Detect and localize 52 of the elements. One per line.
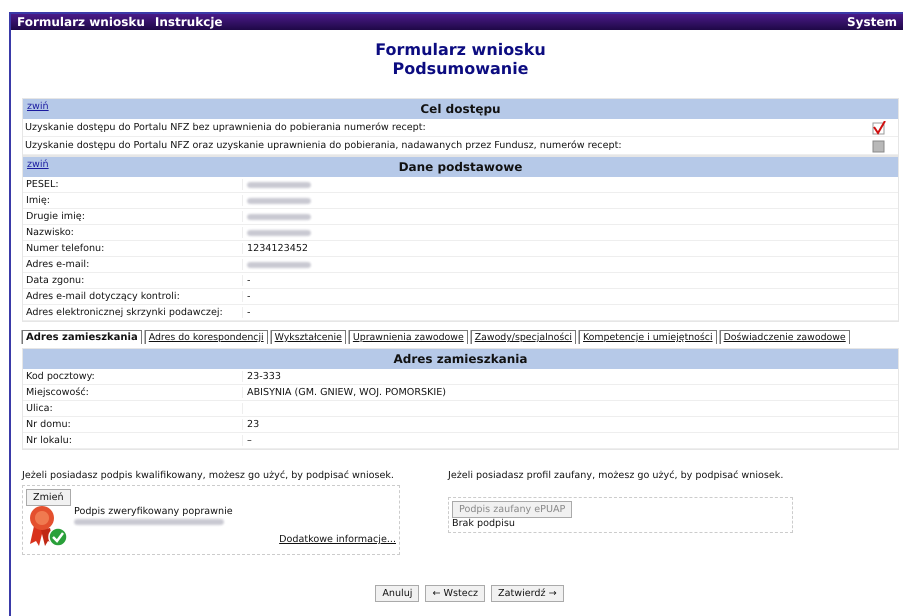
tab[interactable]: Uprawnienia zawodowe: [348, 330, 468, 344]
action-button[interactable]: Anuluj: [375, 585, 420, 602]
field-value: –: [247, 435, 252, 446]
field-value: 1234123452: [247, 243, 308, 254]
section-title: Adres zamieszkania: [393, 352, 528, 366]
field-label: Adres elektronicznej skrzynki podawczej:: [23, 307, 243, 318]
field-value: 23-333: [247, 371, 281, 382]
field-value: -: [247, 307, 250, 318]
collapse-link[interactable]: zwiń: [27, 101, 49, 112]
collapse-link[interactable]: zwiń: [27, 159, 49, 170]
change-button[interactable]: Zmień: [26, 489, 71, 506]
field-label: Kod pocztowy:: [23, 371, 243, 382]
section-title: Cel dostępu: [420, 102, 501, 116]
field-label: Drugie imię:: [23, 211, 243, 222]
tab[interactable]: Adres do korespondencji: [144, 330, 268, 344]
row-label: Uzyskanie dostępu do Portalu NFZ oraz uzyskanie uprawnienia do pobierania, nadawanych przez Fundusz, numerów recept:: [25, 140, 622, 151]
field-label: Ulica:: [23, 403, 243, 414]
checkbox[interactable]: [872, 120, 886, 134]
field-label: Imię:: [23, 195, 243, 206]
field-label: Numer telefonu:: [23, 243, 243, 254]
field-value: -: [247, 291, 250, 302]
signature-status: Podpis zweryfikowany poprawnie: [74, 506, 234, 517]
field-label: PESEL:: [23, 179, 243, 190]
signature-status: Brak podpisu: [452, 518, 516, 529]
field-label: Nazwisko:: [23, 227, 243, 238]
field-value: -: [247, 275, 250, 286]
menu-item[interactable]: Formularz wniosku: [17, 15, 145, 29]
section-title: Dane podstawowe: [398, 160, 522, 174]
field-value: 23: [247, 419, 260, 430]
field-label: Adres e-mail dotyczący kontroli:: [23, 291, 243, 302]
menu-item[interactable]: System: [847, 15, 897, 29]
more-info-link[interactable]: Dodatkowe informacje...: [279, 534, 396, 545]
page-title: Podsumowanie: [391, 59, 530, 78]
tab[interactable]: Doświadczenie zawodowe: [720, 330, 850, 344]
tab[interactable]: Wykształcenie: [270, 330, 346, 344]
tab[interactable]: Zawody/specjalności: [470, 330, 576, 344]
signature-hint: Jeżeli posiadasz profil zaufany, możesz go użyć, by podpisać wniosek.: [448, 470, 784, 481]
row-label: Uzyskanie dostępu do Portalu NFZ bez uprawnienia do pobierania numerów recept:: [25, 122, 426, 133]
field-label: Nr domu:: [23, 419, 243, 430]
field-label: Adres e-mail:: [23, 259, 243, 270]
field-value: ABISYNIA (GM. GNIEW, WOJ. POMORSKIE): [247, 387, 446, 398]
action-button[interactable]: ← Wstecz: [425, 585, 486, 602]
action-button[interactable]: Zatwierdź →: [491, 585, 564, 602]
tab[interactable]: Kompetencje i umiejętności: [579, 330, 717, 344]
tab[interactable]: Adres zamieszkania: [22, 330, 142, 344]
menu-item[interactable]: Instrukcje: [154, 15, 223, 29]
page-title: Formularz wniosku: [374, 40, 547, 59]
checkbox[interactable]: [872, 138, 886, 152]
field-label: Nr lokalu:: [23, 435, 243, 446]
signature-hint: Jeżeli posiadasz podpis kwalifikowany, możesz go użyć, by podpisać wniosek.: [22, 470, 395, 481]
field-label: Miejscowość:: [23, 387, 243, 398]
field-label: Data zgonu:: [23, 275, 243, 286]
